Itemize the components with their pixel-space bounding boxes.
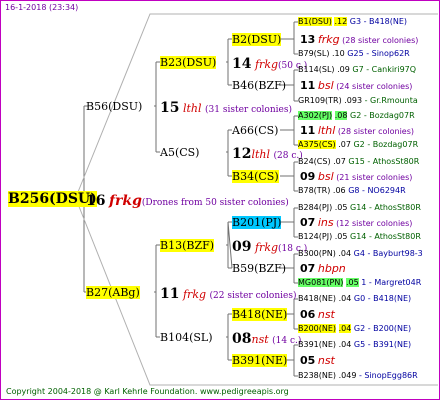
gen4-row: B300(PN) .04 G4 - Bayburt98-3 [298, 249, 423, 258]
gen3-info-b34: 09 bsl (21 sister colonies) [300, 170, 413, 183]
gen3-info-b59: 07 hbpn [300, 262, 346, 275]
copyright-footer: Copyright 2004-2018 @ Karl Kehrle Founda… [6, 387, 289, 396]
gen3-info-b46: 11 bsl (24 sister colonies) [300, 79, 413, 92]
gen3-node-b201[interactable]: B201(PJ) [232, 216, 282, 229]
gen1-node-b27[interactable]: B27(ABg) [86, 286, 140, 299]
gen3-node-b46[interactable]: B46(BZF) [232, 79, 286, 92]
gen3-info-b201: 07 ins (12 sister colonies) [300, 216, 413, 229]
gen4-row: B200(NE) .04 G2 - B200(NE) [298, 324, 412, 333]
gen3-node-b2[interactable]: B2(DSU) [232, 33, 282, 46]
pedigree-page: 16-1-2018 (23:34) B256(DSU) 16 frkg(Dron… [0, 0, 440, 400]
gen4-row: B114(SL) .09 G7 - Cankiri97Q [298, 65, 417, 74]
root-note: (Drones from 50 sister colonies) [141, 198, 289, 208]
gen2-node-b104[interactable]: B104(SL) [160, 331, 213, 344]
gen2-node-a5[interactable]: A5(CS) [160, 146, 199, 159]
gen2-info-b13: 09 frkg(18 c.) [232, 239, 308, 255]
gen4-row: B418(NE) .04 G0 - B418(NE) [298, 294, 412, 303]
gen3-node-b391[interactable]: B391(NE) [232, 354, 288, 367]
gen4-row: MG081(PN) .05 1 - Margret04R [298, 278, 422, 287]
gen2-info-b104: 08nst (14 c.) [232, 331, 302, 347]
gen4-row: B24(CS) .07 G15 - AthosSt80R [298, 157, 420, 166]
gen4-row: B238(NE) .049 - SinopEgg86R [298, 371, 418, 380]
gen3-info-b391: 05 nst [300, 354, 335, 367]
gen3-node-a66[interactable]: A66(CS) [232, 124, 278, 137]
gen4-row: B391(NE) .04 G5 - B391(NE) [298, 340, 412, 349]
gen1-info-b56: 15 lthl (31 sister colonies) [160, 100, 292, 116]
gen2-info-a5: 12lthl (28 c.) [232, 146, 303, 162]
gen3-node-b418[interactable]: B418(NE) [232, 308, 288, 321]
gen2-info-b23: 14 frkg(50 c.) [232, 56, 308, 72]
gen3-info-b2: 13 frkg (28 sister colonies) [300, 33, 419, 46]
gen3-node-b34[interactable]: B34(CS) [232, 170, 279, 183]
gen4-row: A302(PJ) .08 G2 - Bozdag07R [298, 111, 415, 120]
gen3-info-a66: 11 lthl (28 sister colonies) [300, 124, 415, 137]
gen4-row: B79(SL) .10 G25 - Sinop62R [298, 49, 410, 58]
gen3-node-b59[interactable]: B59(BZF) [232, 262, 286, 275]
gen4-row: B284(PJ) .05 G14 - AthosSt80R [298, 203, 421, 212]
gen4-row: GR109(TR) .093 - Gr.Rmounta [298, 96, 418, 105]
gen4-row: B1(DSU) .12 G3 - B418(NE) [298, 17, 408, 26]
gen4-row: B78(TR) .06 G8 - NO6294R [298, 186, 406, 195]
gen4-row: A375(CS) .07 G2 - Bozdag07R [298, 140, 419, 149]
gen4-row: B124(PJ) .05 G14 - AthosSt80R [298, 232, 421, 241]
gen2-node-b23[interactable]: B23(DSU) [160, 56, 217, 69]
gen3-info-b418: 06 nst [300, 308, 335, 321]
gen1-info-b27: 11 frkg (22 sister colonies) [160, 286, 297, 302]
root-race: frkg [108, 193, 142, 209]
gen1-node-b56[interactable]: B56(DSU) [86, 100, 142, 113]
root-num: 16 [86, 193, 106, 209]
gen2-node-b13[interactable]: B13(BZF) [160, 239, 215, 252]
root-info: 16 frkg(Drones from 50 sister colonies) [86, 193, 289, 210]
root-node[interactable]: B256(DSU) [8, 191, 97, 207]
